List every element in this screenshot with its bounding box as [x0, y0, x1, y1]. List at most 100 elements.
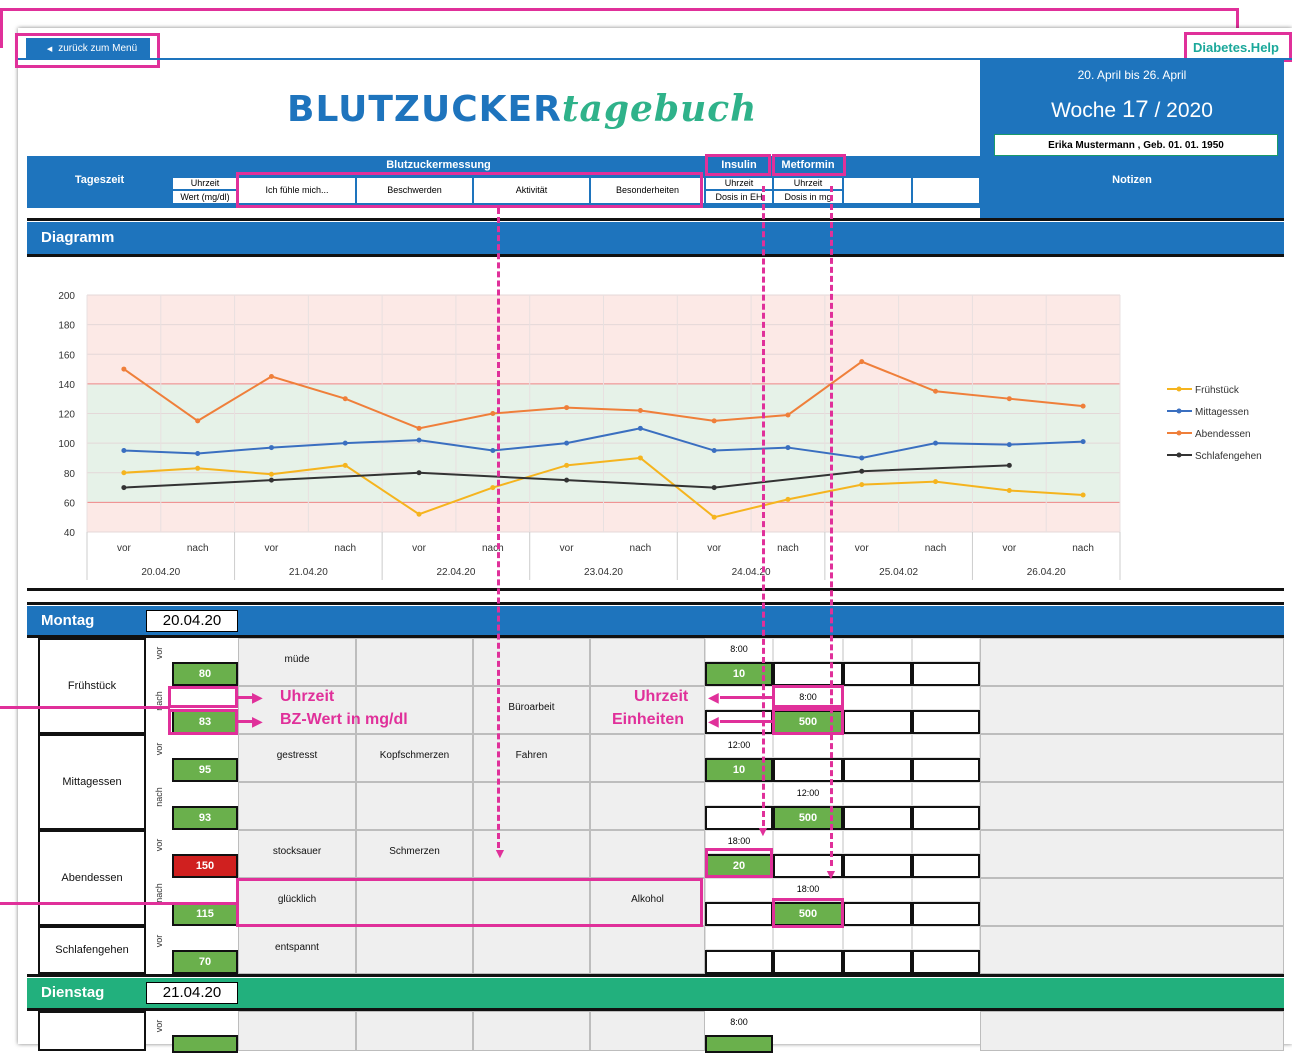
time-cell[interactable] — [843, 830, 912, 854]
dose-cell[interactable] — [843, 710, 912, 734]
time-cell[interactable] — [912, 782, 980, 806]
dose-cell[interactable] — [912, 806, 980, 830]
pointer-line-left-2 — [0, 902, 238, 905]
y-tick-label: 120 — [58, 410, 75, 421]
dose-cell[interactable] — [705, 902, 773, 926]
grid-cell[interactable] — [356, 1011, 473, 1051]
notes-cell[interactable] — [980, 878, 1284, 926]
grid-cell[interactable] — [473, 638, 590, 686]
time-cell[interactable] — [912, 878, 980, 902]
notes-cell[interactable] — [980, 686, 1284, 734]
time-cell[interactable] — [843, 638, 912, 662]
bz-value[interactable] — [172, 1035, 238, 1053]
data-point — [416, 470, 422, 476]
data-point — [195, 465, 201, 471]
time-cell[interactable] — [912, 686, 980, 710]
time-cell[interactable] — [705, 878, 773, 902]
grid-cell[interactable] — [590, 782, 705, 830]
dose-cell[interactable] — [843, 662, 912, 686]
date-montag[interactable]: 20.04.20 — [146, 610, 238, 632]
grid-cell[interactable] — [473, 1011, 590, 1051]
time-cell[interactable] — [843, 686, 912, 710]
date-dienstag[interactable]: 21.04.20 — [146, 982, 238, 1004]
dose-cell[interactable] — [912, 710, 980, 734]
notes-cell[interactable] — [980, 1011, 1284, 1051]
bz-value[interactable]: 70 — [172, 950, 238, 974]
dose-cell[interactable] — [912, 854, 980, 878]
y-tick-label: 100 — [58, 439, 75, 450]
grid-cell[interactable] — [238, 782, 356, 830]
x-tick-label: vor — [560, 543, 575, 554]
dose-cell[interactable] — [843, 950, 912, 974]
time-cell[interactable] — [705, 926, 773, 950]
arrow-left-icon: ◀ — [708, 689, 719, 705]
legend-label: Schlafengehen — [1195, 451, 1262, 462]
grid-cell[interactable] — [473, 926, 590, 974]
data-point — [1080, 403, 1086, 409]
bz-value[interactable]: 80 — [172, 662, 238, 686]
time-cell[interactable] — [912, 734, 980, 758]
time-cell[interactable] — [912, 830, 980, 854]
dose-cell[interactable] — [705, 950, 773, 974]
bloodsugar-chart: 40 60 80 100 120 140 160 180 200 vor nach vor nach vo… — [58, 291, 1262, 580]
annotation-frame-top — [0, 8, 1238, 11]
dose-cell[interactable] — [773, 950, 843, 974]
grid-cell[interactable] — [473, 830, 590, 878]
data-point — [490, 448, 496, 454]
grid-cell[interactable] — [356, 926, 473, 974]
grid-cell[interactable] — [590, 830, 705, 878]
grid-cell[interactable] — [590, 1011, 705, 1051]
data-point — [933, 388, 939, 394]
dose-cell[interactable] — [843, 758, 912, 782]
dose-cell[interactable] — [912, 950, 980, 974]
time-cell[interactable] — [912, 638, 980, 662]
dose-cell[interactable] — [843, 854, 912, 878]
grid-cell[interactable] — [590, 638, 705, 686]
notes-cell[interactable] — [980, 734, 1284, 782]
bz-value[interactable]: 95 — [172, 758, 238, 782]
time-cell[interactable] — [843, 734, 912, 758]
black-divider-1 — [27, 218, 1284, 221]
time-cell[interactable] — [843, 926, 912, 950]
bz-value[interactable]: 115 — [172, 902, 238, 926]
feel-text: stocksauer — [272, 846, 322, 857]
legend-marker — [1176, 430, 1182, 436]
week-range: 20. April bis 26. April — [1077, 68, 1187, 82]
grid-cell[interactable] — [473, 782, 590, 830]
complaint-text: Schmerzen — [389, 846, 440, 857]
data-point — [711, 485, 717, 491]
vor-nach-label: nach — [154, 787, 164, 807]
time-cell[interactable] — [843, 782, 912, 806]
notes-cell[interactable] — [980, 830, 1284, 878]
notes-cell[interactable] — [980, 926, 1284, 974]
highlight-met-dose-2 — [772, 898, 844, 928]
legend-marker — [1176, 452, 1182, 458]
annotation-uhrzeit-right: Uhrzeit — [634, 688, 689, 705]
x-tick-label: nach — [1072, 543, 1094, 554]
group-label: 26.04.20 — [1027, 567, 1066, 578]
dose-value[interactable] — [705, 1035, 773, 1053]
dose-cell[interactable] — [843, 902, 912, 926]
y-tick-label: 40 — [64, 528, 76, 539]
dose-cell[interactable] — [843, 806, 912, 830]
grid-cell[interactable] — [590, 926, 705, 974]
grid-cell[interactable] — [590, 734, 705, 782]
annotation-einheiten: Einheiten — [612, 711, 685, 728]
time-cell[interactable] — [773, 926, 843, 950]
bz-value[interactable]: 150 — [172, 854, 238, 878]
grid-cell[interactable] — [238, 1011, 356, 1051]
dose-cell[interactable] — [912, 902, 980, 926]
grid-cell[interactable] — [356, 638, 473, 686]
time-cell[interactable] — [912, 926, 980, 950]
grid-cell[interactable] — [356, 782, 473, 830]
y-tick-label: 140 — [58, 380, 75, 391]
patient-name-field[interactable]: Erika Mustermann , Geb. 01. 01. 1950 — [994, 134, 1278, 156]
dose-cell[interactable] — [912, 758, 980, 782]
vor-nach-label: vor — [154, 742, 164, 756]
time-cell[interactable] — [843, 878, 912, 902]
notes-cell[interactable] — [980, 638, 1284, 686]
group-label: 24.04.20 — [732, 567, 771, 578]
bz-value[interactable]: 93 — [172, 806, 238, 830]
notes-cell[interactable] — [980, 782, 1284, 830]
dose-cell[interactable] — [912, 662, 980, 686]
